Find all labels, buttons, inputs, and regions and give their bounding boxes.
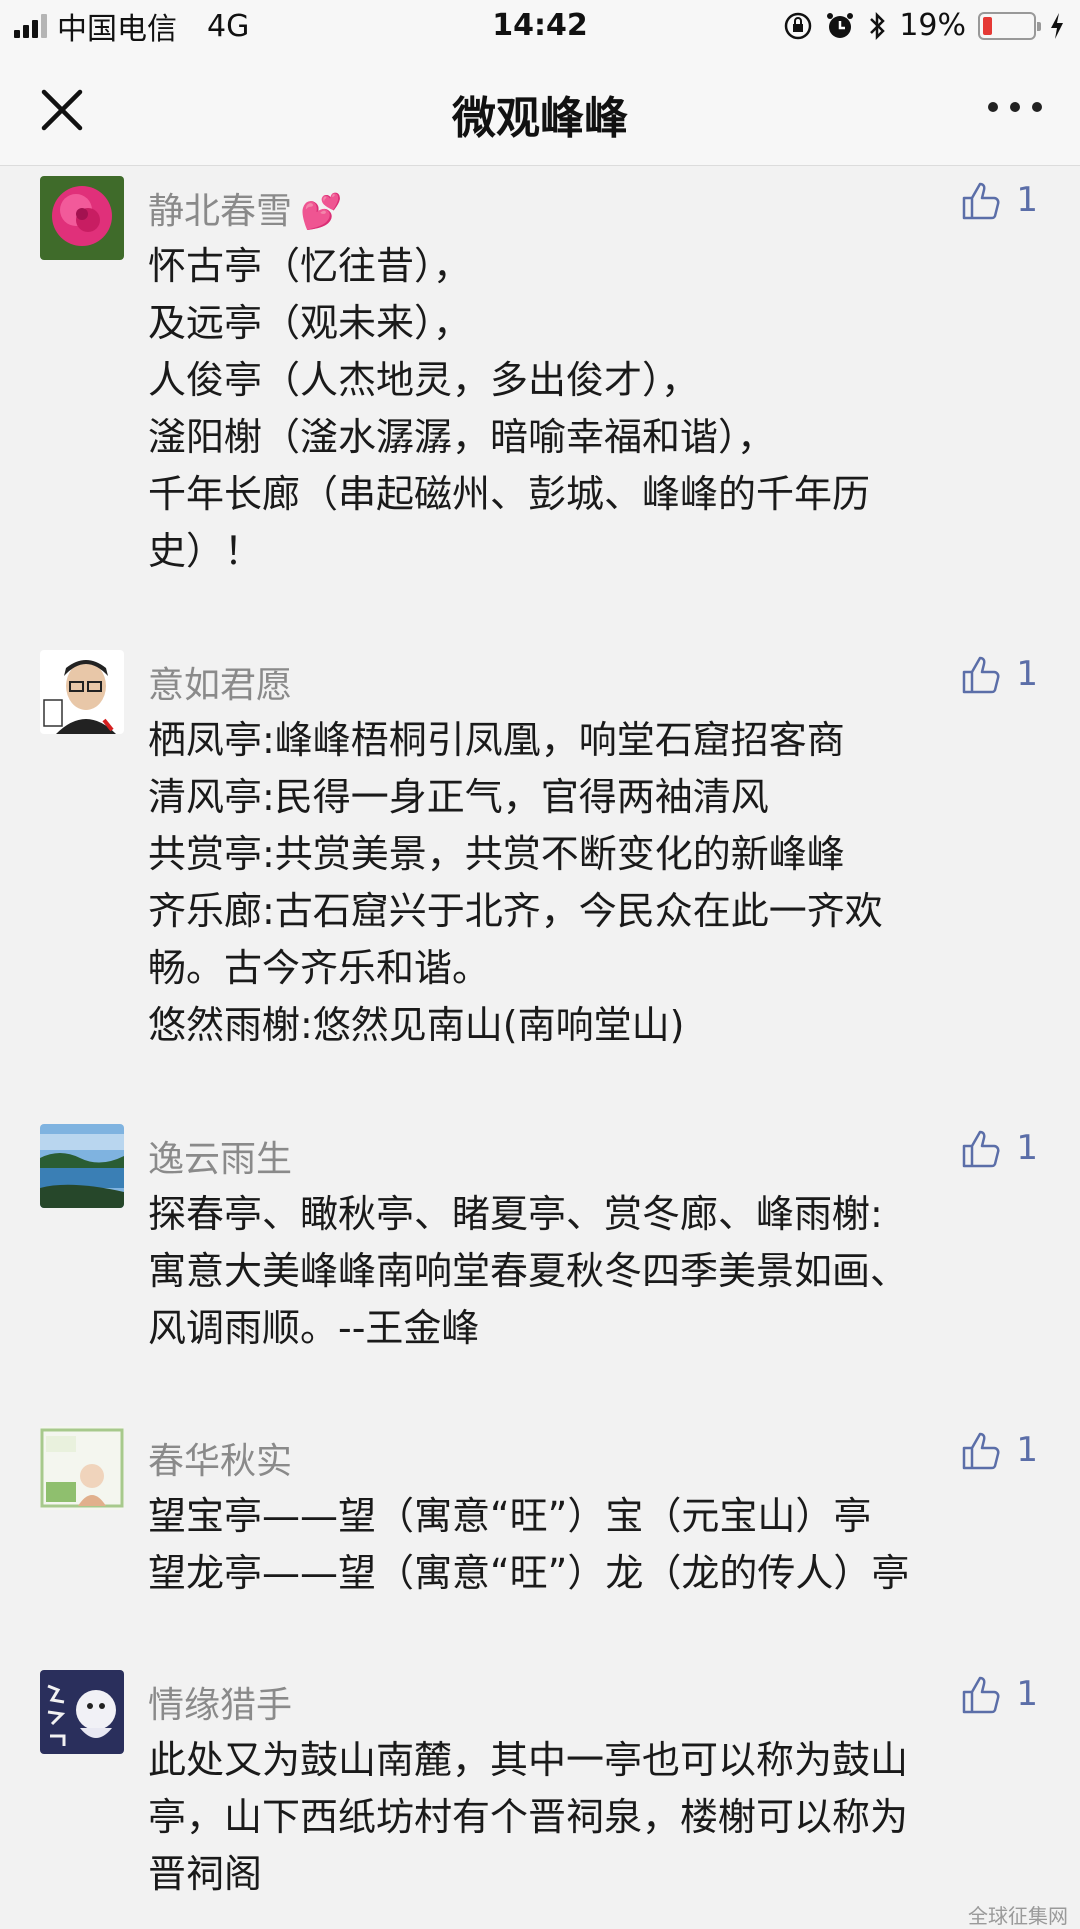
comment-line: 晋祠阁 — [148, 1852, 263, 1896]
like-button[interactable]: 1 — [960, 1672, 1038, 1716]
comment-line: 畅。古今齐乐和谐。 — [148, 946, 491, 990]
thumbs-up-icon — [963, 656, 1000, 694]
charging-icon — [1051, 12, 1063, 39]
comment-text: 此处又为鼓山南麓，其中一亭也可以称为鼓山 亭，山下西纸坊村有个晋祠泉，楼榭可以称… — [148, 1732, 1048, 1903]
two-hearts-icon: 💕 — [300, 192, 343, 232]
nickname[interactable]: 意如君愿 — [148, 656, 292, 708]
comment-line: 人俊亭（人杰地灵，多出俊才）， — [148, 358, 700, 402]
comment-line: 风调雨顺。--王金峰 — [148, 1306, 480, 1350]
comment-line: 望龙亭——望（寓意“旺”）龙（龙的传人）亭 — [148, 1551, 910, 1595]
comment-line: 寓意大美峰峰南响堂春夏秋冬四季美景如画、 — [148, 1249, 909, 1293]
like-count: 1 — [1016, 1430, 1038, 1470]
comment-text: 怀古亭（忆往昔）， 及远亭（观未来）， 人俊亭（人杰地灵，多出俊才）， 滏阳榭（… — [148, 238, 1048, 580]
comment-line: 及远亭（观未来）， — [148, 301, 472, 345]
avatar[interactable] — [40, 1124, 124, 1208]
comment-line: 亭，山下西纸坊村有个晋祠泉，楼榭可以称为 — [148, 1795, 909, 1839]
comment-line: 怀古亭（忆往昔）， — [148, 244, 472, 288]
avatar[interactable] — [40, 176, 124, 260]
thumbs-up-icon — [963, 1130, 1000, 1168]
like-count: 1 — [1016, 1128, 1038, 1168]
like-count: 1 — [1016, 654, 1038, 694]
alarm-icon — [827, 12, 854, 38]
comment-line: 史）！ — [148, 529, 263, 573]
comment-line: 望宝亭——望（寓意“旺”）宝（元宝山）亭 — [148, 1494, 872, 1538]
like-button[interactable]: 1 — [960, 652, 1038, 696]
comment-line: 栖凤亭:峰峰梧桐引凤凰，响堂石窟招客商 — [148, 718, 845, 762]
like-count: 1 — [1016, 180, 1038, 220]
comment-line: 探春亭、瞰秋亭、睹夏亭、赏冬廊、峰雨榭: — [148, 1192, 883, 1236]
nickname[interactable]: 春华秋实 — [148, 1432, 292, 1484]
nickname[interactable]: 静北春雪 💕 — [148, 182, 342, 234]
comment-line: 千年长廊（串起磁州、彭城、峰峰的千年历 — [148, 472, 871, 516]
bluetooth-icon — [870, 11, 886, 40]
like-button[interactable]: 1 — [960, 1428, 1038, 1472]
like-count: 1 — [1016, 1674, 1038, 1714]
comment-line: 悠然雨榭:悠然见南山(南响堂山) — [148, 1003, 685, 1047]
nav-bar: 微观峰峰 — [0, 52, 1080, 166]
more-icon[interactable] — [988, 102, 1042, 112]
watermark: 全球征集网 — [968, 1904, 1068, 1928]
battery-percent: 19% — [899, 8, 966, 43]
comment-line: 齐乐廊:古石窟兴于北齐，今民众在此一齐欢 — [148, 889, 883, 933]
battery-level-fill — [983, 16, 993, 35]
comment-text: 望宝亭——望（寓意“旺”）宝（元宝山）亭 望龙亭——望（寓意“旺”）龙（龙的传人… — [148, 1488, 1048, 1602]
comment-text: 栖凤亭:峰峰梧桐引凤凰，响堂石窟招客商 清风亭:民得一身正气，官得两袖清风 共赏… — [148, 712, 1048, 1054]
battery-icon — [978, 11, 1041, 40]
nickname[interactable]: 逸云雨生 — [148, 1130, 292, 1182]
comment-line: 滏阳榭（滏水潺潺，暗喻幸福和谐）， — [148, 415, 776, 459]
avatar[interactable] — [40, 650, 124, 734]
thumbs-up-icon — [963, 1432, 1000, 1470]
comment-text: 探春亭、瞰秋亭、睹夏亭、赏冬廊、峰雨榭: 寓意大美峰峰南响堂春夏秋冬四季美景如画… — [148, 1186, 1048, 1357]
rotation-lock-icon — [785, 12, 812, 39]
like-button[interactable]: 1 — [960, 1126, 1038, 1170]
nickname[interactable]: 情缘猎手 — [148, 1676, 292, 1728]
comment-line: 共赏亭:共赏美景，共赏不断变化的新峰峰 — [148, 832, 845, 876]
comment-line: 清风亭:民得一身正气，官得两袖清风 — [148, 775, 769, 819]
page-title: 微观峰峰 — [452, 93, 628, 144]
thumbs-up-icon — [963, 182, 1000, 220]
status-bar: 中国电信 4G 14:42 19% — [0, 0, 1080, 52]
like-button[interactable]: 1 — [960, 178, 1038, 222]
comment-line: 此处又为鼓山南麓，其中一亭也可以称为鼓山 — [148, 1738, 909, 1782]
avatar[interactable] — [40, 1426, 124, 1510]
avatar[interactable] — [40, 1670, 124, 1754]
status-right-group: 19% — [783, 8, 1066, 43]
thumbs-up-icon — [963, 1676, 1000, 1714]
